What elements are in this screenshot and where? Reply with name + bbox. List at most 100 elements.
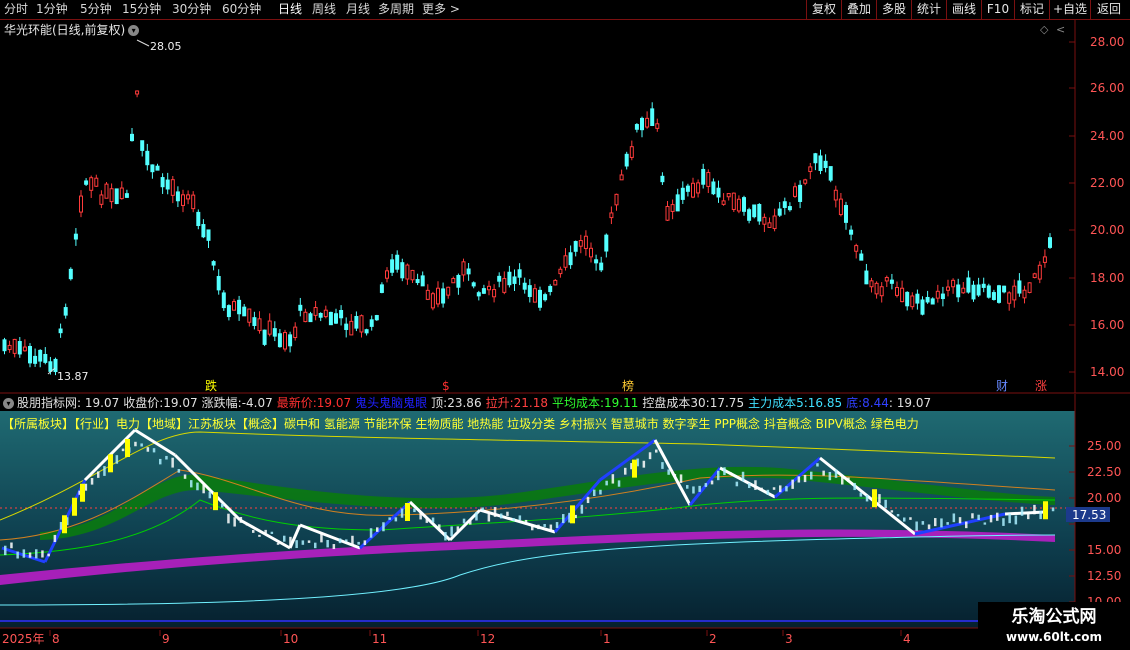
candle-body (492, 289, 497, 298)
lower-candle (475, 512, 478, 521)
lower-candle (822, 470, 825, 476)
avg-cost-label: 平均成本: (551, 396, 605, 410)
candle-body (339, 309, 344, 319)
lower-candle (456, 526, 460, 532)
watermark-url: www.60lt.com (1005, 630, 1103, 644)
chart-canvas[interactable]: 28.00 26.00 24.00 22.00 20.00 18.00 16.0… (0, 0, 1130, 650)
candle-body (186, 194, 191, 200)
candle-body (685, 185, 690, 192)
candle-body (446, 286, 451, 296)
time-label: 12 (480, 632, 495, 646)
candle-body (364, 329, 369, 334)
lower-candle (159, 458, 162, 465)
time-label: 8 (52, 632, 60, 646)
lower-candle (884, 499, 887, 509)
lower-candle (828, 471, 832, 481)
candle-body (2, 339, 7, 352)
candle-body (267, 320, 272, 335)
indicator-info-bar: ▾ 股朋指标网: 19.07 收盘价:19.07 涨跌幅:-4.07 最新价:19.07… (0, 396, 1075, 411)
candle-body (456, 274, 461, 288)
lower-candle (388, 517, 391, 520)
zigzag-segment (1004, 510, 1046, 516)
candle-body (629, 146, 634, 158)
candle-body (390, 259, 395, 273)
candle-body (838, 198, 843, 216)
lower-candle (450, 526, 453, 537)
time-label: 11 (372, 632, 387, 646)
lower-candle (847, 477, 850, 482)
candle-body (165, 179, 170, 190)
candle-body (823, 160, 828, 169)
lower-candle (295, 540, 298, 549)
candle-body (272, 328, 277, 337)
lower-candle (977, 514, 980, 520)
lower-candle (196, 482, 199, 491)
candle-body (170, 179, 175, 196)
lower-candle (791, 479, 794, 489)
marker-dollar[interactable]: $ (442, 379, 450, 393)
candle-body (359, 315, 364, 333)
candle-body (624, 153, 629, 167)
candle-body (216, 276, 221, 291)
main-cost-label: 主力成本5: (748, 396, 808, 410)
lower-price-tick: 20.00 (1087, 491, 1121, 505)
lower-candle (723, 467, 726, 476)
candle-body (201, 224, 206, 238)
lower-candle (165, 455, 168, 460)
candle-body (920, 299, 925, 315)
upper-price-axis: 28.00 26.00 24.00 22.00 20.00 18.00 16.0… (1090, 35, 1124, 379)
candle-body (206, 229, 211, 241)
candle-body (288, 334, 293, 347)
candle-body (79, 195, 83, 213)
lower-candle (661, 462, 664, 469)
marker-rise[interactable]: 涨 (1035, 378, 1047, 393)
chevron-down-icon[interactable]: ▾ (3, 398, 14, 409)
candle-body (512, 276, 517, 284)
candle-body (104, 183, 109, 199)
candle-body (415, 279, 420, 284)
lower-candle (10, 542, 13, 549)
signal-bar (125, 439, 130, 457)
marker-fall[interactable]: 跌 (205, 378, 217, 393)
lower-candle (586, 496, 590, 504)
lower-candle (785, 486, 788, 492)
lower-price-tick: 15.00 (1087, 543, 1121, 557)
candle-body (507, 271, 512, 286)
candle-body (650, 108, 655, 126)
lower-candle (562, 514, 565, 524)
lower-candle (909, 517, 912, 520)
candle-body (905, 291, 910, 307)
lower-candle (989, 514, 993, 523)
candle-body (262, 329, 267, 345)
lower-candle (927, 524, 931, 530)
lower-price-tick: 12.50 (1087, 569, 1121, 583)
candle-body (119, 187, 124, 200)
chevron-left-icon[interactable]: < (1056, 23, 1065, 36)
marker-board[interactable]: 榜 (622, 378, 634, 393)
lower-candle (1039, 510, 1042, 520)
lower-candle (22, 549, 26, 558)
candle-body (150, 164, 155, 173)
diamond-icon[interactable]: ◇ (1040, 23, 1049, 36)
lower-candle (264, 529, 267, 534)
candle-body (563, 255, 568, 268)
candle-body (731, 192, 736, 210)
candle-body (680, 187, 685, 200)
candle-body (900, 287, 905, 303)
candle-body (558, 268, 563, 275)
signal-bar (570, 505, 575, 524)
candle-body (517, 269, 522, 278)
marker-finance[interactable]: 财 (996, 379, 1008, 393)
lower-candle (4, 545, 7, 556)
candle-body (476, 292, 481, 297)
candle-body (374, 315, 379, 321)
candle-body (48, 361, 53, 372)
lower-candle (549, 524, 553, 530)
lower-candle (35, 549, 38, 559)
candle-body (226, 305, 231, 318)
candle-body (395, 254, 400, 270)
lower-candle (580, 504, 584, 514)
time-label: 2 (709, 632, 717, 646)
price-tick: 18.00 (1090, 271, 1124, 285)
lower-candle (704, 483, 708, 487)
